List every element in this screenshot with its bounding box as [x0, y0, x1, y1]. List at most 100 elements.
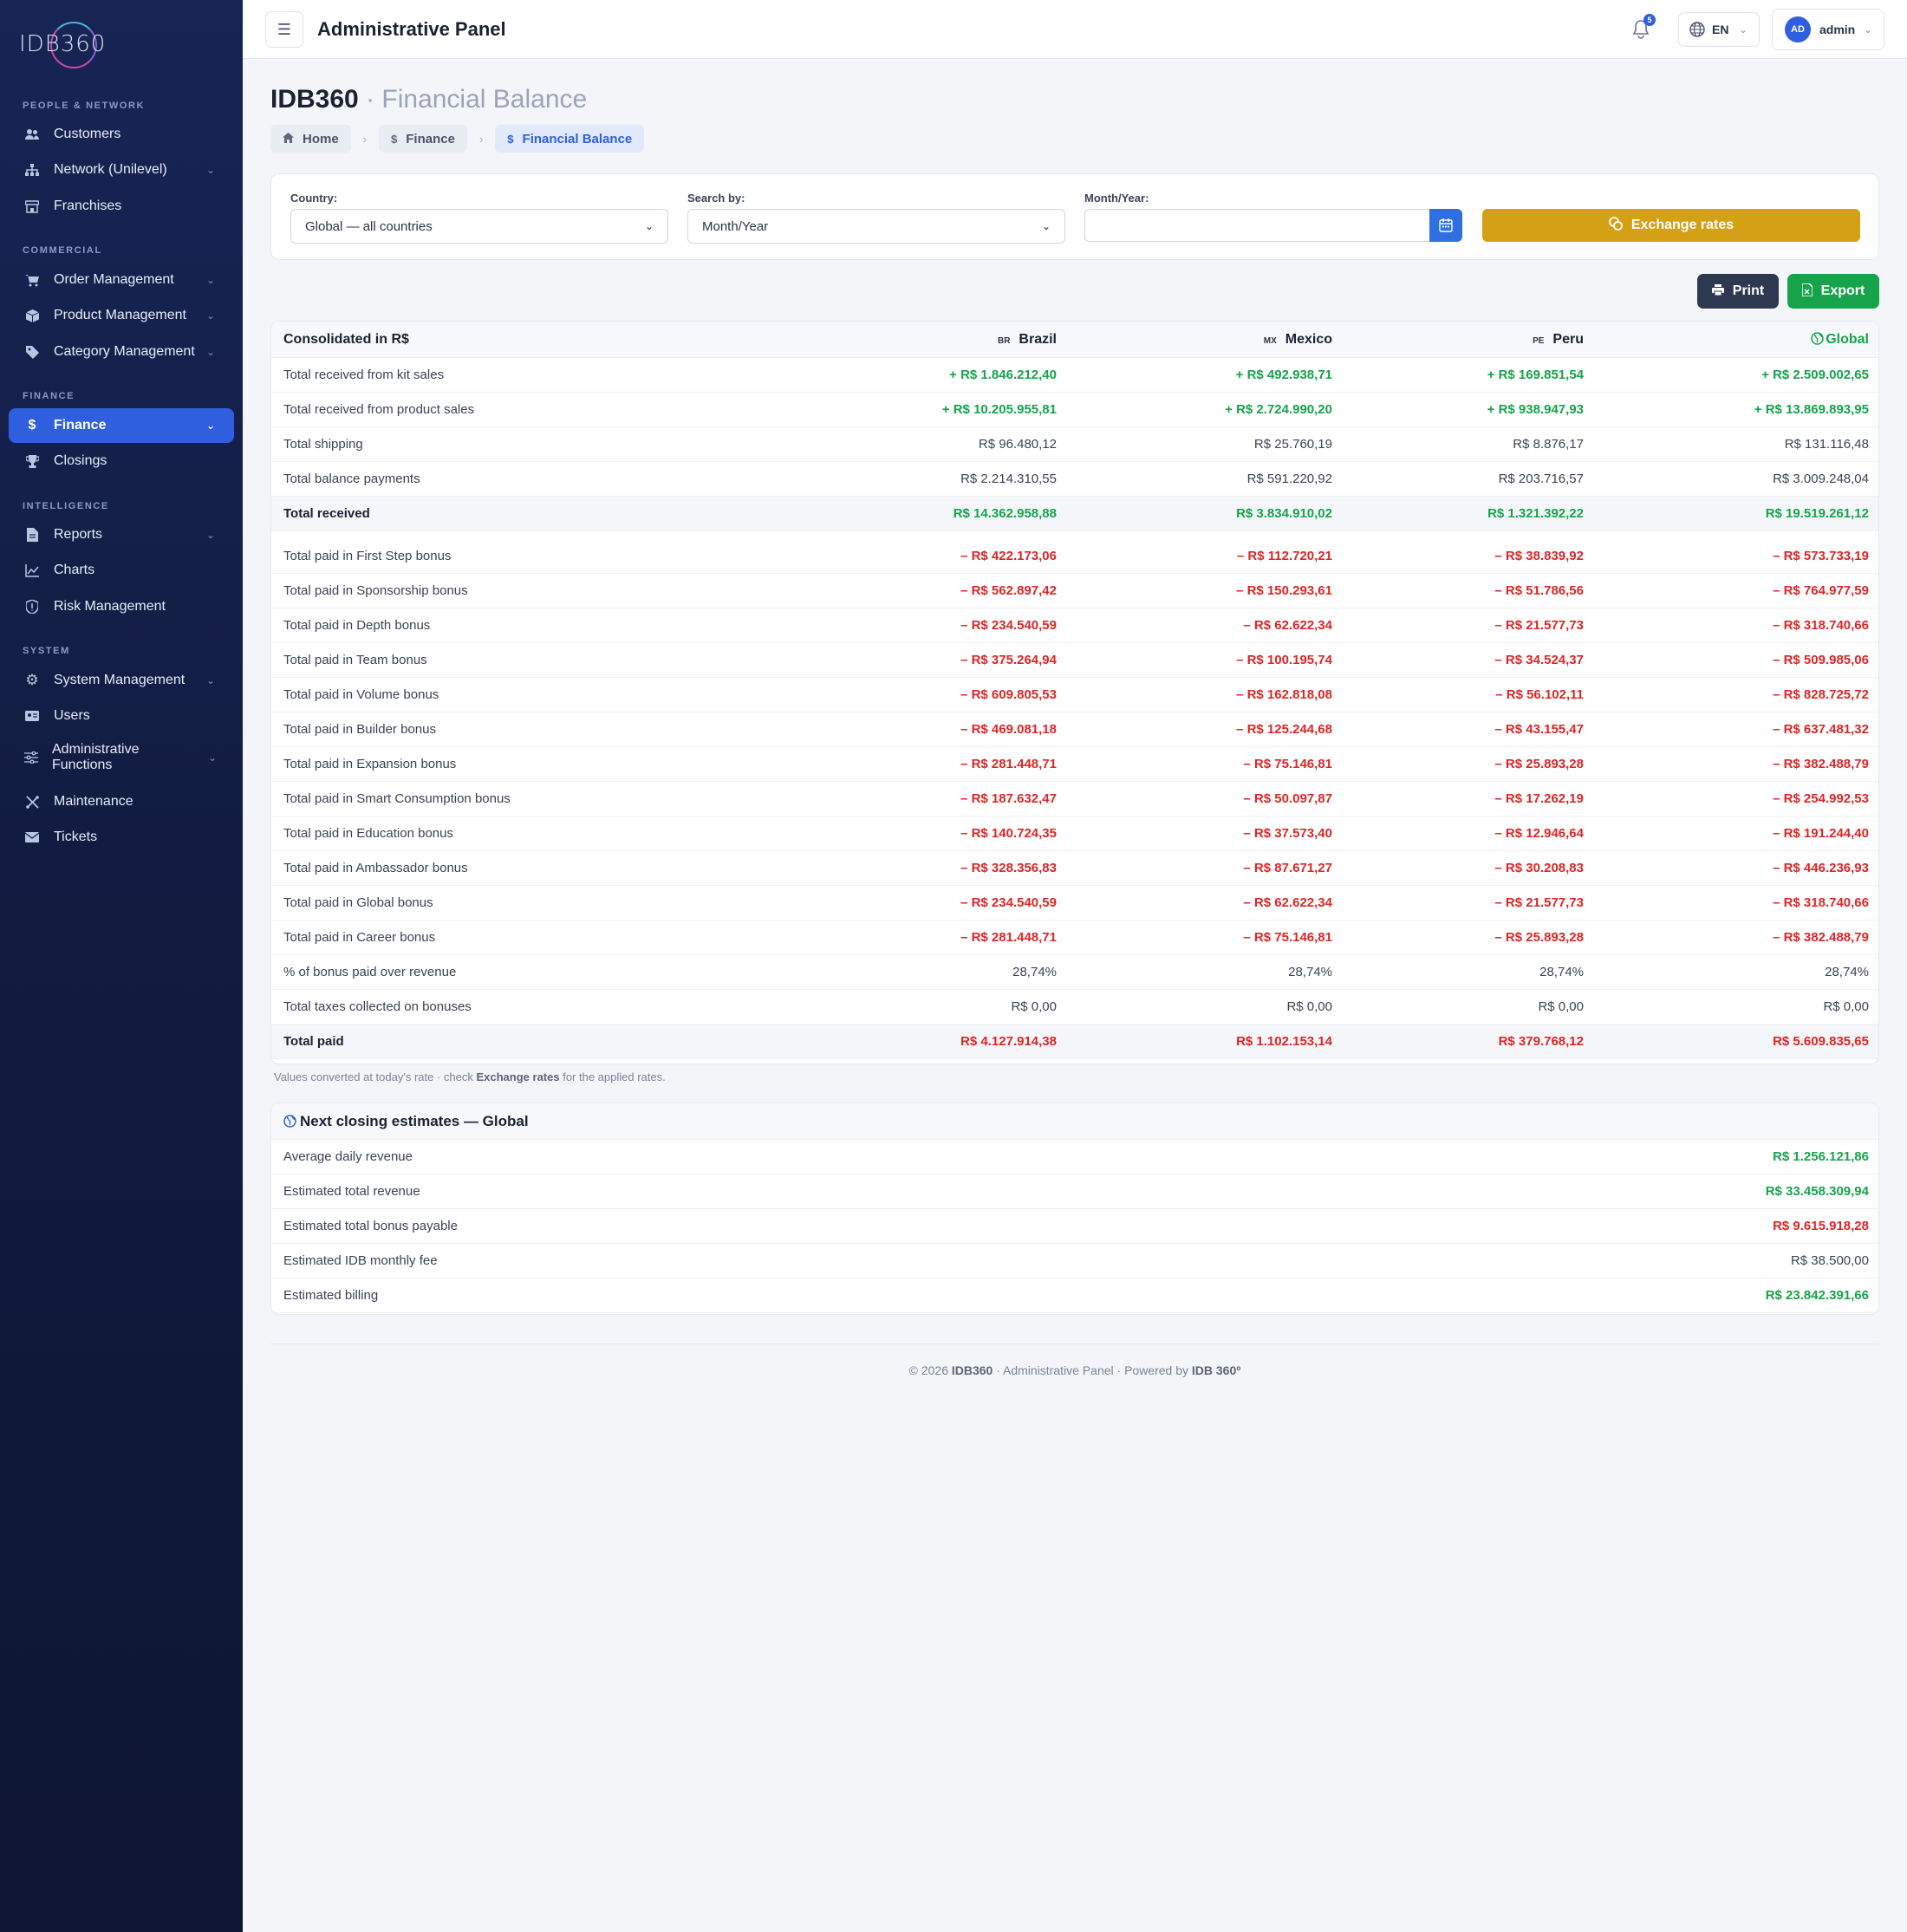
breadcrumb-financial-balance[interactable]: $ Financial Balance	[495, 125, 645, 153]
cell-value: – R$ 446.236,93	[1773, 861, 1869, 875]
cell-value: R$ 0,00	[1286, 999, 1332, 1014]
cart-icon	[24, 272, 40, 288]
cell-value: – R$ 38.839,92	[1494, 549, 1584, 563]
row-label: Total paid in Sponsorship bonus	[283, 583, 468, 598]
chevron-down-icon: ⌄	[1739, 24, 1748, 36]
cell-value: – R$ 422.173,06	[960, 549, 1057, 563]
logo[interactable]: IDB360	[19, 19, 123, 71]
id-card-icon	[24, 708, 40, 724]
sidebar-item-system-management[interactable]: ⚙ System Management ⌄	[9, 663, 234, 698]
sidebar-item-customers[interactable]: Customers	[9, 117, 234, 152]
gear-icon: ⚙	[25, 672, 39, 688]
printer-icon	[1711, 284, 1724, 298]
calendar-button[interactable]	[1429, 209, 1462, 242]
row-label: % of bonus paid over revenue	[283, 965, 457, 979]
cell-value: + R$ 1.846.212,40	[949, 368, 1057, 382]
cell-value: – R$ 62.622,34	[1243, 618, 1332, 633]
nav-section-intelligence: INTELLIGENCE	[23, 501, 109, 511]
exchange-rates-button[interactable]: Exchange rates	[1482, 209, 1860, 242]
globe-icon	[1811, 331, 1824, 345]
trophy-icon	[24, 453, 40, 469]
print-button[interactable]: Print	[1697, 274, 1779, 309]
cell-value: – R$ 573.733,19	[1773, 549, 1869, 563]
conversion-note: Values converted at today's rate · check…	[274, 1070, 666, 1083]
cell-value: R$ 131.116,48	[1784, 437, 1869, 452]
sidebar-item-label: Closings	[54, 453, 107, 468]
column-header-brazil: BR Brazil	[797, 332, 1057, 348]
flag-mx-icon: MX	[1263, 335, 1277, 346]
cell-value: – R$ 25.893,28	[1494, 930, 1584, 945]
month-year-label: Month/Year:	[1084, 192, 1149, 205]
row-label: Estimated total revenue	[283, 1184, 420, 1199]
sidebar-item-finance[interactable]: $ Finance ⌄	[9, 408, 234, 443]
table-row: Total paid in Education bonus – R$ 140.72…	[271, 816, 1878, 851]
table-row: Total taxes collected on bonuses R$ 0,00 R…	[271, 990, 1878, 1025]
estimate-row: Estimated total bonus payable R$ 9.615.91…	[271, 1209, 1878, 1244]
chevron-down-icon: ⌄	[1864, 24, 1872, 36]
cell-value: – R$ 162.818,08	[1236, 687, 1332, 702]
user-menu[interactable]: AD admin ⌄	[1772, 9, 1884, 50]
sidebar-item-label: Maintenance	[54, 794, 133, 809]
home-icon	[283, 132, 294, 146]
export-label: Export	[1820, 283, 1865, 298]
estimates-card: Next closing estimates — Global Average …	[270, 1103, 1879, 1315]
table-row: Total paid in Expansion bonus – R$ 281.44…	[271, 747, 1878, 782]
breadcrumb-home[interactable]: Home	[270, 125, 351, 153]
export-button[interactable]: Export	[1787, 274, 1879, 309]
sidebar-item-category-management[interactable]: Category Management ⌄	[9, 335, 234, 369]
cell-value: 28,74%	[1012, 965, 1057, 979]
notifications-button[interactable]: 5	[1630, 14, 1656, 42]
sidebar-item-label: Risk Management	[54, 599, 166, 614]
cell-value: – R$ 281.448,71	[960, 757, 1057, 771]
cell-value: R$ 19.519.261,12	[1765, 506, 1869, 521]
sidebar-item-administrative-functions[interactable]: Administrative Functions ⌄	[9, 735, 234, 780]
sidebar-item-network[interactable]: Network (Unilevel) ⌄	[9, 153, 234, 187]
column-header-text: Global	[1826, 331, 1869, 347]
sidebar-item-product-management[interactable]: Product Management ⌄	[9, 298, 234, 333]
cell-value: – R$ 75.146,81	[1243, 757, 1332, 771]
topbar: ☰ Administrative Panel 5 EN ⌄ AD admin ⌄	[243, 0, 1907, 59]
chevron-right-icon: ›	[478, 132, 484, 146]
breadcrumb-finance[interactable]: $ Finance	[379, 125, 467, 153]
action-bar: Print Export	[1697, 274, 1879, 309]
cell-value: – R$ 234.540,59	[960, 618, 1057, 633]
sidebar-item-closings[interactable]: Closings	[9, 444, 234, 478]
cell-value: – R$ 12.946,64	[1494, 826, 1584, 841]
search-by-select[interactable]: Month/Year ⌄	[687, 209, 1065, 244]
language-selector[interactable]: EN ⌄	[1678, 12, 1760, 47]
dollar-icon: $	[391, 132, 398, 146]
cell-value: – R$ 112.720,21	[1236, 549, 1332, 563]
cell-value: R$ 203.716,57	[1498, 472, 1584, 486]
sidebar-item-tickets[interactable]: Tickets	[9, 820, 234, 855]
month-year-input[interactable]	[1084, 209, 1429, 242]
sidebar-item-order-management[interactable]: Order Management ⌄	[9, 263, 234, 297]
sidebar-item-users[interactable]: Users	[9, 699, 234, 733]
row-label: Total paid in Global bonus	[283, 895, 433, 910]
cell-value: R$ 591.220,92	[1246, 472, 1332, 486]
row-label: Total received from product sales	[283, 402, 475, 417]
note-text-end: for the applied rates.	[559, 1070, 666, 1083]
country-select[interactable]: Global — all countries ⌄	[290, 209, 668, 244]
estimates-header: Next closing estimates — Global	[271, 1103, 1878, 1140]
sidebar-item-maintenance[interactable]: Maintenance	[9, 784, 234, 819]
sidebar-item-reports[interactable]: Reports ⌄	[9, 517, 234, 552]
estimate-value: R$ 33.458.309,94	[1765, 1184, 1869, 1199]
cell-value: – R$ 140.724,35	[960, 826, 1057, 841]
table-row: Total paid in Builder bonus – R$ 469.081,…	[271, 712, 1878, 747]
cell-value: R$ 96.480,12	[978, 437, 1057, 452]
sidebar-item-franchises[interactable]: Franchises	[9, 189, 234, 224]
box-icon	[24, 308, 40, 323]
row-label: Average daily revenue	[283, 1149, 413, 1164]
cell-value: – R$ 328.356,83	[960, 861, 1057, 875]
cell-value: – R$ 382.488,79	[1773, 757, 1869, 771]
menu-toggle-button[interactable]: ☰	[265, 11, 303, 48]
country-select-value: Global — all countries	[305, 218, 433, 234]
cell-value: + R$ 10.205.955,81	[941, 402, 1057, 417]
sidebar-item-charts[interactable]: Charts	[9, 553, 234, 588]
dollar-icon: $	[28, 418, 36, 433]
footer-text-mid: · Administrative Panel · Powered by	[993, 1363, 1192, 1377]
cell-value: – R$ 318.740,66	[1773, 618, 1869, 633]
sidebar-item-risk-management[interactable]: Risk Management	[9, 589, 234, 624]
cell-value: R$ 25.760,19	[1253, 437, 1332, 452]
column-header-label: Consolidated in R$	[283, 331, 409, 347]
